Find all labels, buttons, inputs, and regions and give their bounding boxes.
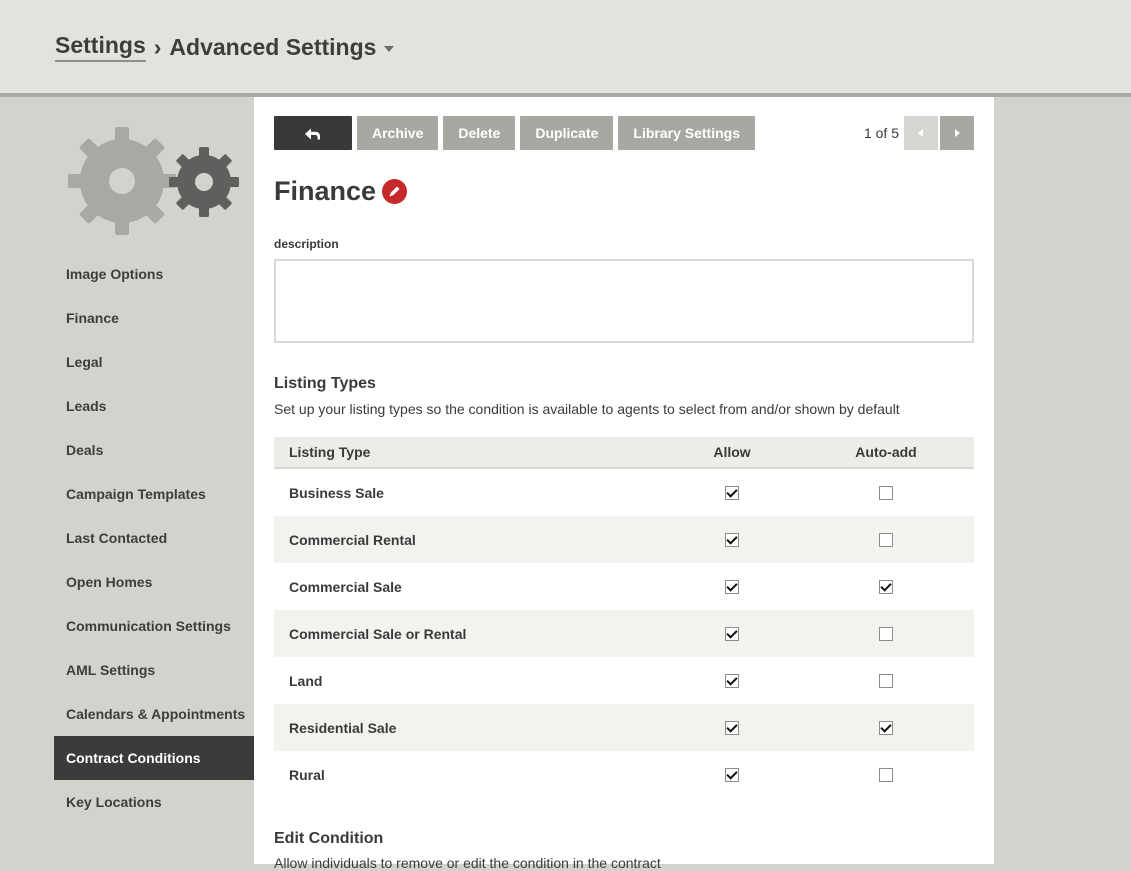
column-header-listing-type: Listing Type xyxy=(289,444,371,460)
allow-checkbox[interactable] xyxy=(725,485,739,500)
archive-button[interactable]: Archive xyxy=(357,116,439,150)
table-header: Listing Type Allow Auto-add xyxy=(274,437,974,469)
description-input[interactable] xyxy=(274,259,974,343)
listing-types-subtitle: Set up your listing types so the conditi… xyxy=(274,401,900,417)
auto-add-checkbox[interactable] xyxy=(879,673,893,688)
listing-type-name: Rural xyxy=(289,766,325,783)
auto-add-cell xyxy=(810,532,962,547)
library-settings-button[interactable]: Library Settings xyxy=(618,116,755,150)
previous-button[interactable] xyxy=(904,116,938,150)
table-body: Business Sale Commercial Rental Commercial… xyxy=(274,469,974,798)
table-row: Land xyxy=(274,657,974,704)
allow-cell xyxy=(654,673,810,688)
listing-type-name: Land xyxy=(289,672,323,689)
record-title: Finance xyxy=(274,176,377,206)
sidebar-item-leads[interactable]: Leads xyxy=(54,384,254,428)
allow-checkbox[interactable] xyxy=(725,579,739,594)
chevron-left-icon xyxy=(918,129,923,137)
allow-cell xyxy=(654,579,810,594)
sidebar-item-finance[interactable]: Finance xyxy=(54,296,254,340)
sidebar-item-key-locations[interactable]: Key Locations xyxy=(54,780,254,824)
allow-checkbox[interactable] xyxy=(725,673,739,688)
sidebar-item-communication-settings[interactable]: Communication Settings xyxy=(54,604,254,648)
auto-add-checkbox[interactable] xyxy=(879,767,893,782)
listing-type-name: Residential Sale xyxy=(289,719,397,736)
sidebar-item-calendars-appointments[interactable]: Calendars & Appointments xyxy=(54,692,254,736)
page-header: Settings › Advanced Settings xyxy=(0,0,1131,97)
auto-add-checkbox[interactable] xyxy=(879,626,893,641)
auto-add-cell xyxy=(810,767,962,782)
sidebar-nav: Image Options Finance Legal Leads Deals … xyxy=(54,252,254,824)
table-row: Commercial Sale xyxy=(274,563,974,610)
breadcrumb-current[interactable]: Advanced Settings xyxy=(169,34,376,61)
allow-checkbox[interactable] xyxy=(725,626,739,641)
sidebar: Image Options Finance Legal Leads Deals … xyxy=(54,97,254,864)
sidebar-item-image-options[interactable]: Image Options xyxy=(54,252,254,296)
duplicate-button[interactable]: Duplicate xyxy=(520,116,614,150)
main-panel: Archive Delete Duplicate Library Setting… xyxy=(254,97,994,871)
sidebar-item-aml-settings[interactable]: AML Settings xyxy=(54,648,254,692)
allow-checkbox[interactable] xyxy=(725,532,739,547)
pager-count: 1 of 5 xyxy=(863,125,899,141)
auto-add-cell xyxy=(810,673,962,688)
edit-condition-subtitle: Allow individuals to remove or edit the … xyxy=(274,855,661,871)
allow-cell xyxy=(654,767,810,782)
table-row: Business Sale xyxy=(274,469,974,516)
auto-add-cell xyxy=(810,485,962,500)
listing-type-name: Commercial Sale or Rental xyxy=(289,625,467,642)
breadcrumb: Settings › Advanced Settings xyxy=(55,32,395,62)
sidebar-item-campaign-templates[interactable]: Campaign Templates xyxy=(54,472,254,516)
next-button[interactable] xyxy=(940,116,974,150)
breadcrumb-settings-link[interactable]: Settings xyxy=(55,32,146,62)
back-arrow-icon xyxy=(305,128,320,140)
column-header-allow: Allow xyxy=(713,444,751,460)
listing-types-table: Listing Type Allow Auto-add Business Sal… xyxy=(274,437,974,798)
table-row: Rural xyxy=(274,751,974,798)
edit-condition-title: Edit Condition xyxy=(274,830,384,847)
auto-add-checkbox[interactable] xyxy=(879,532,893,547)
page-title: Finance xyxy=(274,176,408,207)
sidebar-item-open-homes[interactable]: Open Homes xyxy=(54,560,254,604)
edit-pencil-icon[interactable] xyxy=(382,179,408,204)
toolbar: Archive Delete Duplicate Library Setting… xyxy=(274,116,760,150)
allow-cell xyxy=(654,720,810,735)
listing-types-title: Listing Types xyxy=(274,375,376,392)
delete-button[interactable]: Delete xyxy=(443,116,516,150)
sidebar-item-contract-conditions[interactable]: Contract Conditions xyxy=(54,736,254,780)
sidebar-item-deals[interactable]: Deals xyxy=(54,428,254,472)
listing-type-name: Business Sale xyxy=(289,484,384,501)
auto-add-checkbox[interactable] xyxy=(879,579,893,594)
allow-cell xyxy=(654,532,810,547)
column-header-auto-add: Auto-add xyxy=(855,444,917,460)
chevron-down-icon[interactable] xyxy=(384,45,395,52)
auto-add-cell xyxy=(810,626,962,641)
auto-add-cell xyxy=(810,720,962,735)
gears-icon xyxy=(68,127,239,235)
back-button[interactable] xyxy=(274,116,352,150)
breadcrumb-separator: › xyxy=(153,33,162,60)
auto-add-cell xyxy=(810,579,962,594)
listing-type-name: Commercial Sale xyxy=(289,578,402,595)
chevron-right-icon xyxy=(955,129,960,137)
pager: 1 of 5 xyxy=(864,116,974,150)
description-label: description xyxy=(274,237,339,251)
auto-add-checkbox[interactable] xyxy=(879,720,893,735)
listing-type-name: Commercial Rental xyxy=(289,531,416,548)
sidebar-item-last-contacted[interactable]: Last Contacted xyxy=(54,516,254,560)
auto-add-checkbox[interactable] xyxy=(879,485,893,500)
sidebar-item-legal[interactable]: Legal xyxy=(54,340,254,384)
allow-checkbox[interactable] xyxy=(725,767,739,782)
table-row: Commercial Sale or Rental xyxy=(274,610,974,657)
allow-checkbox[interactable] xyxy=(725,720,739,735)
table-row: Residential Sale xyxy=(274,704,974,751)
allow-cell xyxy=(654,485,810,500)
table-row: Commercial Rental xyxy=(274,516,974,563)
allow-cell xyxy=(654,626,810,641)
